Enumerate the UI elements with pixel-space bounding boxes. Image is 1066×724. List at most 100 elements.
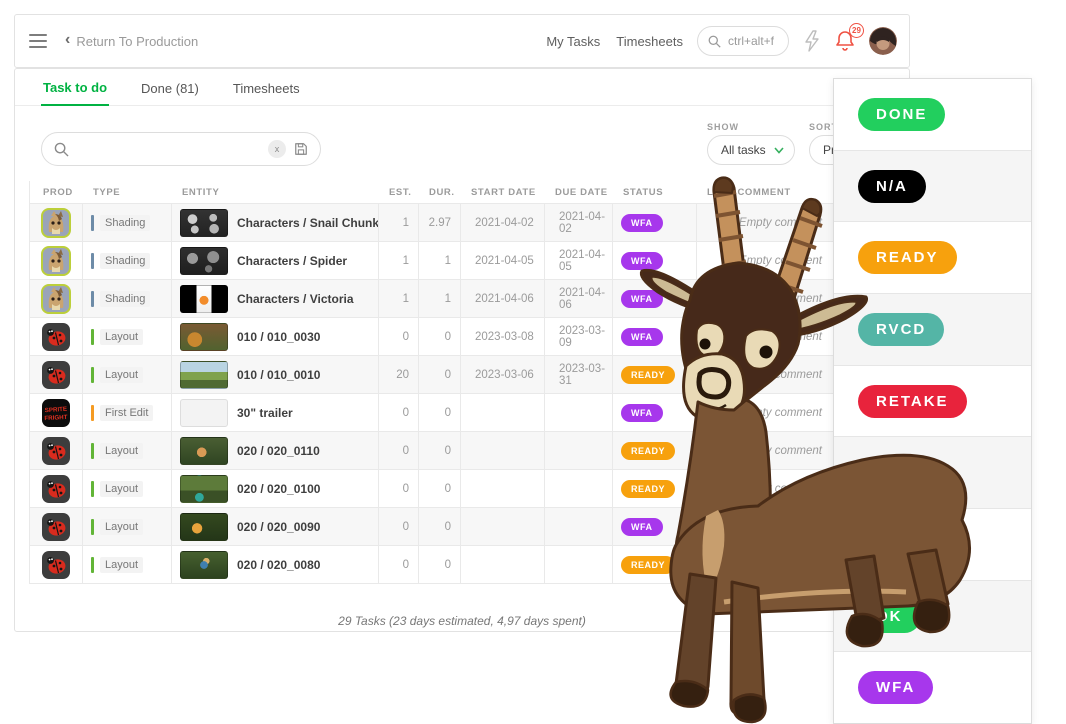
production-avatar-ladybug <box>41 436 71 466</box>
estimation-cell: 0 <box>379 432 419 469</box>
search-icon <box>708 35 721 48</box>
entity-name[interactable]: 010 / 010_0010 <box>237 368 320 382</box>
nav-link-my-tasks[interactable]: My Tasks <box>546 34 600 49</box>
status-option-ready[interactable]: READY <box>834 222 1031 294</box>
last-comment-text: Empty comment <box>739 369 822 381</box>
unknown-status-badge[interactable] <box>858 465 920 481</box>
status-badge-wfa[interactable]: WFA <box>621 290 663 308</box>
tab-done-81[interactable]: Done (81) <box>139 81 201 105</box>
nav-link-timesheets[interactable]: Timesheets <box>616 34 683 49</box>
tab-task-to-do[interactable]: Task to do <box>41 80 109 106</box>
back-link[interactable]: ‹ Return To Production <box>65 34 198 49</box>
task-search-input[interactable] <box>77 142 260 156</box>
duration-value: 0 <box>445 445 451 457</box>
last-comment-text: Empty comment <box>739 521 822 533</box>
show-filter-dropdown[interactable]: All tasks <box>707 135 795 165</box>
production-cell <box>30 318 83 355</box>
tab-timesheets[interactable]: Timesheets <box>231 81 302 105</box>
duration-cell: 0 <box>419 318 461 355</box>
entity-name[interactable]: Characters / Victoria <box>237 292 354 306</box>
status-badge-wfa[interactable]: WFA <box>621 518 663 536</box>
status-option-retake[interactable]: RETAKE <box>834 366 1031 438</box>
status-badge-wfa[interactable]: WFA <box>621 214 663 232</box>
status-option-done[interactable]: DONE <box>834 79 1031 151</box>
production-cell <box>30 508 83 545</box>
table-row[interactable]: ShadingCharacters / Spider112021-04-0520… <box>30 241 868 279</box>
status-cell: READY <box>613 432 697 469</box>
user-avatar[interactable] <box>869 27 897 55</box>
quick-search[interactable]: ctrl+alt+f <box>697 26 789 56</box>
entity-name[interactable]: 020 / 020_0080 <box>237 558 320 572</box>
estimation-cell: 20 <box>379 356 419 393</box>
tab-bar: Task to do Done (81) Timesheets <box>15 69 909 106</box>
start-date-value: 2023-03-08 <box>475 331 534 343</box>
retake-status-badge[interactable]: RETAKE <box>858 385 967 418</box>
table-row[interactable]: Layout020 / 020_010000READYEmpty comment <box>30 469 868 507</box>
last-comment-text: Empty comment <box>739 217 822 229</box>
status-badge-ready[interactable]: READY <box>621 366 675 384</box>
table-row[interactable]: Layout020 / 020_009000WFAEmpty comment <box>30 507 868 545</box>
lightning-icon[interactable] <box>803 30 821 52</box>
production-cell <box>30 242 83 279</box>
save-search-icon[interactable] <box>294 142 308 156</box>
menu-icon[interactable] <box>29 34 47 48</box>
duration-value: 0 <box>445 407 451 419</box>
page: ‹ Return To Production My Tasks Timesheet… <box>0 0 1066 724</box>
entity-name[interactable]: 020 / 020_0090 <box>237 520 320 534</box>
status-cell: WFA <box>613 242 697 279</box>
status-badge-ready[interactable]: READY <box>621 480 675 498</box>
table-row[interactable]: Layout010 / 010_00102002023-03-062023-03… <box>30 355 868 393</box>
task-type-color-bar <box>91 405 94 421</box>
status-badge-wfa[interactable]: WFA <box>621 328 663 346</box>
notifications-bell-icon[interactable]: 29 <box>835 30 855 52</box>
duration-cell: 0 <box>419 432 461 469</box>
todo-status-badge[interactable]: TODO <box>858 528 945 561</box>
status-badge-ready[interactable]: READY <box>621 556 675 574</box>
due-date-value: 2021-04-02 <box>559 211 612 235</box>
entity-cell: 010 / 010_0010 <box>172 356 379 393</box>
production-avatar-ladybug <box>41 512 71 542</box>
table-row[interactable]: ShadingCharacters / Victoria112021-04-06… <box>30 279 868 317</box>
duration-value: 1 <box>445 255 451 267</box>
status-option-rvcd[interactable]: RVCD <box>834 294 1031 366</box>
status-option-todo[interactable]: TODO <box>834 509 1031 581</box>
status-badge-wfa[interactable]: WFA <box>621 252 663 270</box>
table-row[interactable]: SPRITEFRIGHTFirst Edit30" trailer00WFAEm… <box>30 393 868 431</box>
task-type-color-bar <box>91 329 94 345</box>
status-option-ok[interactable]: OK <box>834 581 1031 653</box>
status-badge-ready[interactable]: READY <box>621 442 675 460</box>
entity-name[interactable]: 010 / 010_0030 <box>237 330 320 344</box>
entity-name[interactable]: 30" trailer <box>237 406 293 420</box>
clear-search-button[interactable]: x <box>268 140 286 158</box>
done-status-badge[interactable]: DONE <box>858 98 945 131</box>
entity-thumbnail <box>180 361 228 389</box>
due-date-cell: 2021-04-06 <box>545 280 613 317</box>
status-cell: WFA <box>613 318 697 355</box>
entity-name[interactable]: Characters / Snail Chunky <box>237 216 379 230</box>
n-a-status-badge[interactable]: N/A <box>858 170 926 203</box>
table-row[interactable]: Layout020 / 020_011000READYEmpty comment <box>30 431 868 469</box>
table-row[interactable]: Layout010 / 010_0030002023-03-082023-03-… <box>30 317 868 355</box>
rvcd-status-badge[interactable]: RVCD <box>858 313 944 346</box>
task-type-color-bar <box>91 367 94 383</box>
table-row[interactable]: ShadingCharacters / Snail Chunky12.97202… <box>30 203 868 241</box>
ok-status-badge[interactable]: OK <box>858 600 921 633</box>
wfa-status-badge[interactable]: WFA <box>858 671 933 704</box>
table-row[interactable]: Layout020 / 020_008000READYEmpty comment <box>30 545 868 583</box>
status-option-n-a[interactable]: N/A <box>834 151 1031 223</box>
ready-status-badge[interactable]: READY <box>858 241 957 274</box>
task-type-cell: Shading <box>83 242 172 279</box>
production-cell <box>30 280 83 317</box>
production-avatar-ladybug <box>41 322 71 352</box>
duration-cell: 2.97 <box>419 204 461 241</box>
status-option-wfa[interactable]: WFA <box>834 652 1031 723</box>
status-option-unknown[interactable] <box>834 437 1031 509</box>
entity-name[interactable]: 020 / 020_0110 <box>237 444 320 458</box>
entity-name[interactable]: 020 / 020_0100 <box>237 482 320 496</box>
duration-cell: 0 <box>419 470 461 507</box>
estimation-value: 0 <box>403 445 409 457</box>
entity-name[interactable]: Characters / Spider <box>237 254 347 268</box>
due-date-cell <box>545 546 613 583</box>
status-badge-wfa[interactable]: WFA <box>621 404 663 422</box>
estimation-value: 0 <box>403 521 409 533</box>
